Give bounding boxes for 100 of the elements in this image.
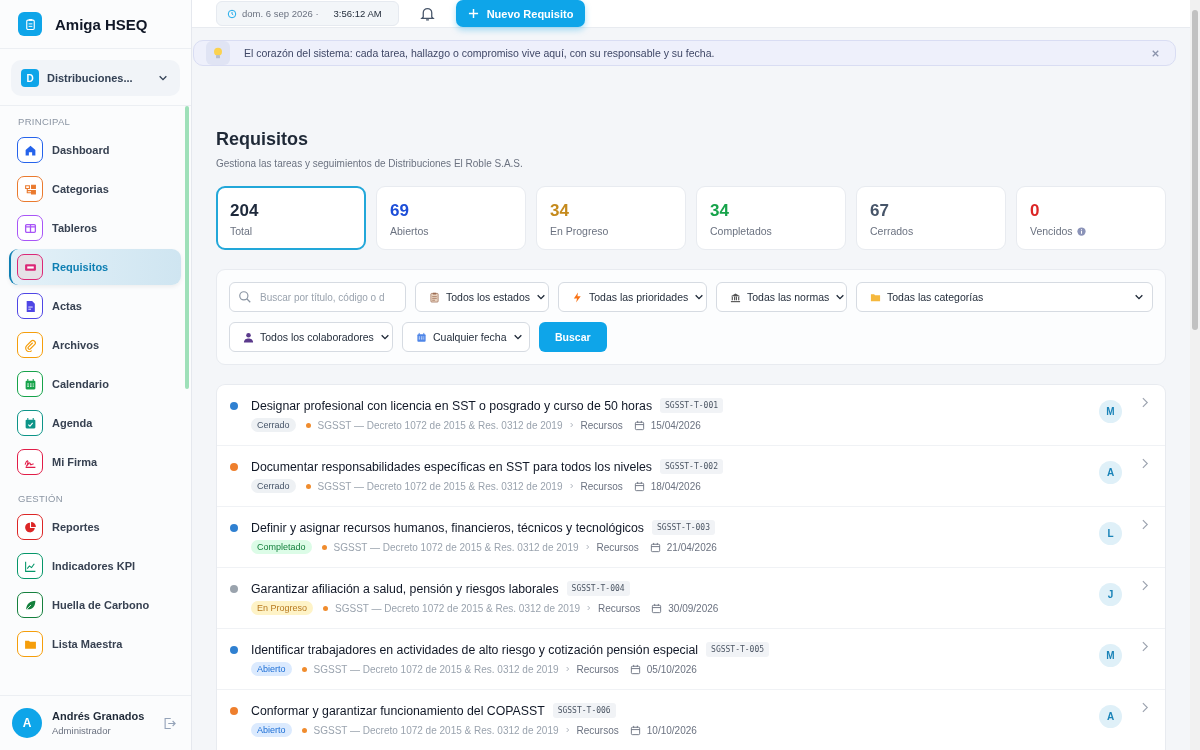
requirement-code: SGSST-T-001 [660,398,723,413]
calendar-icon [633,480,645,492]
calendar-icon [649,541,661,553]
due-date: 15/04/2026 [650,419,701,431]
sidebar-item[interactable]: Requisitos [9,249,181,285]
filter-dropdown[interactable]: Todas las prioridades [558,282,707,312]
category-text: Recursos [576,724,619,736]
stat-label: Vencidos [1030,225,1073,237]
sidebar-item[interactable]: Huella de Carbono [9,587,181,623]
calendar-icon [629,724,641,736]
stat-value: 204 [230,201,260,221]
plus-icon [467,8,479,19]
status-badge: Cerrado [251,479,296,493]
assignee-avatar: M [1099,644,1122,667]
chevron-right-icon [569,483,574,489]
stat-card[interactable]: 69 Abiertos [376,186,526,250]
stat-value: 69 [390,201,410,221]
due-date: 30/09/2026 [668,602,719,614]
due-date: 18/04/2026 [650,480,701,492]
requirement-title[interactable]: Garantizar afiliación a salud, pensión y riesgos laborales [251,581,559,596]
stat-label: Abiertos [390,225,429,237]
stat-value: 34 [550,201,570,221]
bell-icon[interactable] [418,5,436,22]
filter-dropdown[interactable]: Todos los estados [415,282,549,312]
chevron-down-icon [536,292,547,302]
requirement-code: SGSST-T-002 [660,459,723,474]
sidebar-item[interactable]: Categorias [9,171,181,207]
sidebar-item[interactable]: Calendario [9,366,181,402]
chevron-down-icon [1134,292,1144,302]
search-field[interactable]: Buscar por título, código o d [229,282,406,312]
due-date: 21/04/2026 [666,541,717,553]
chevron-down-icon [835,292,846,302]
scrollbar[interactable] [1190,0,1200,750]
sidebar-item[interactable]: Indicadores KPI [9,548,181,584]
requirement-title[interactable]: Definir y asignar recursos humanos, financieros, técnicos y tecnológicos [251,520,644,535]
sidebar-item[interactable]: Tableros [9,210,181,246]
page-subtitle: Gestiona las tareas y seguimientos de Distribuciones El Roble S.A.S. [216,158,524,169]
chevron-down-icon [694,292,705,302]
bolt-icon [572,291,583,303]
chevron-right-icon [587,605,591,611]
stat-card[interactable]: 34 En Progreso [536,186,686,250]
calendar-icon [633,419,645,431]
stat-label: Cerrados [870,225,914,237]
norm-text: SGSST — Decreto 1072 de 2015 & Res. 0312 de 2019 [317,419,563,431]
chevron-right-icon[interactable] [1142,397,1149,408]
requirement-title[interactable]: Designar profesional con licencia en SST o posgrado y curso de 50 horas [251,398,653,413]
requirement-title[interactable]: Conformar y garantizar funcionamiento del COPASST [251,703,545,718]
norm-dot [305,483,311,489]
stat-card[interactable]: 34 Completados [696,186,846,250]
assignee-avatar: A [1099,705,1122,728]
clipboard-icon [429,291,440,303]
stat-value: 34 [710,201,730,221]
sidebar-item[interactable]: Archivos [9,327,181,363]
stat-card[interactable]: 0 Vencidos [1016,186,1166,250]
status-badge: Completado [251,540,312,554]
company-avatar: D [21,69,39,87]
filter-dropdown[interactable]: Todos los colaboradores [229,322,393,352]
stat-card[interactable]: 67 Cerrados [856,186,1006,250]
norm-text: SGSST — Decreto 1072 de 2015 & Res. 0312 de 2019 [333,541,579,553]
person-icon [243,331,254,343]
filter-dropdown[interactable]: Cualquier fecha [402,322,530,352]
status-badge: Cerrado [251,418,296,432]
sidebar-item[interactable]: Lista Maestra [9,626,181,662]
chevron-down-icon [379,332,390,342]
norm-text: SGSST — Decreto 1072 de 2015 & Res. 0312 de 2019 [335,602,580,614]
due-date: 05/10/2026 [646,663,697,675]
filter-dropdown[interactable]: Todas las normas [716,282,847,312]
app-name: Amiga HSEQ [55,15,148,33]
norm-dot [301,727,307,733]
user-avatar: A [12,708,42,738]
chevron-right-icon[interactable] [1142,702,1149,713]
clock-icon [227,8,237,19]
filter-dropdown[interactable]: Todas las categorías [856,282,1153,312]
stat-label: En Progreso [550,225,609,237]
chevron-right-icon [569,422,574,428]
chevron-right-icon[interactable] [1142,580,1149,591]
chevron-right-icon[interactable] [1142,458,1149,469]
requirement-title[interactable]: Documentar responsabilidades específicas en SST para todos los niveles [251,459,652,474]
stat-card[interactable]: 204 Total [216,186,366,250]
category-text: Recursos [596,541,639,553]
user-role: Administrador [52,725,112,736]
stat-value: 0 [1030,201,1041,221]
sidebar-item[interactable]: Mi Firma [9,444,181,480]
stat-label: Completados [710,225,772,237]
info-banner-text: El corazón del sistema: cada tarea, hallazgo o compromiso vive aquí, con su responsable y su fecha. [244,47,716,59]
calendar-icon [629,663,641,675]
sidebar-item[interactable]: Agenda [9,405,181,441]
category-text: Recursos [580,480,623,492]
chevron-right-icon[interactable] [1142,519,1149,530]
norm-dot [305,422,311,428]
norm-text: SGSST — Decreto 1072 de 2015 & Res. 0312 de 2019 [317,480,563,492]
sidebar-item[interactable]: Reportes [9,509,181,545]
requirement-title[interactable]: Identificar trabajadores en actividades de alto riesgo y cotización pensión especial [251,642,699,657]
chevron-right-icon [565,727,570,733]
calendar-icon [651,602,663,614]
sidebar-item[interactable]: Dashboard [9,132,181,168]
sidebar-item[interactable]: Actas [9,288,181,324]
chevron-right-icon[interactable] [1142,641,1149,652]
folder-icon [870,291,881,303]
company-selector[interactable]: D Distribuciones... [11,60,180,96]
